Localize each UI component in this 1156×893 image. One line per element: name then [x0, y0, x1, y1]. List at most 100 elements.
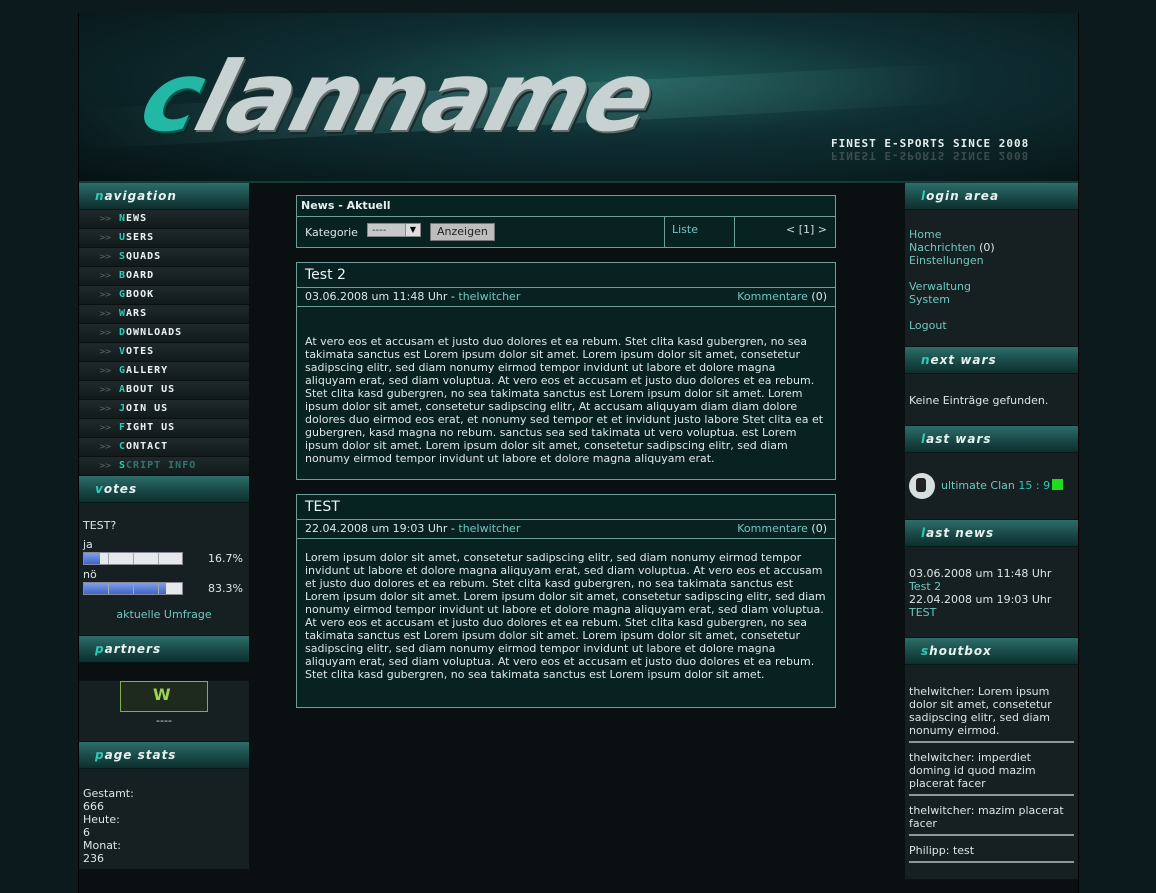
page-frame: clanname FINEST E-SPORTS SINCE 2008 FINE… [78, 13, 1079, 893]
last-news-link[interactable]: Test 2 [909, 580, 1074, 593]
shoutbox-title: shoutbox [921, 644, 992, 658]
admin-link[interactable]: Verwaltung [909, 280, 1074, 293]
nav-item-join-us[interactable]: >> JOIN US [79, 400, 249, 419]
settings-link[interactable]: Einstellungen [909, 254, 1074, 267]
comments-link[interactable]: Kommentare [737, 290, 808, 303]
partner-banner[interactable]: W [120, 681, 208, 712]
site-logo[interactable]: clanname [130, 41, 665, 153]
nav-item-gallery[interactable]: >> GALLERY [79, 362, 249, 381]
nav-item-news[interactable]: >> NEWS [79, 210, 249, 229]
vote-bar [83, 582, 183, 595]
current-poll-link-wrap: aktuelle Umfrage [79, 598, 249, 635]
nav-item-script-info[interactable]: >> SCRIPT INFO [79, 457, 249, 476]
last-news-header: last news [905, 520, 1078, 547]
vote-question: TEST? [83, 519, 117, 532]
votes-title: votes [95, 482, 138, 496]
nav-item-contact[interactable]: >> CONTACT [79, 438, 249, 457]
left-sidebar: navigation >> NEWS >> USERS >> SQUADS >> BOA… [79, 183, 249, 870]
page-stats: Gestamt: 666 Heute: 6 Monat: 236 [79, 769, 249, 869]
vote-bar-fill [84, 583, 166, 594]
last-news-link[interactable]: TEST [909, 606, 1074, 619]
nav-label: FIGHT US [119, 422, 176, 433]
news-date: 03.06.2008 um 11:48 Uhr - [305, 290, 459, 303]
double-chevron-icon: >> [99, 404, 111, 413]
vote-option: ja 16.7% [79, 538, 249, 568]
nav-label: GALLERY [119, 365, 169, 376]
logout-link[interactable]: Logout [909, 319, 1074, 332]
shout-entry: theIwitcher: Lorem ipsum dolor sit amet,… [909, 685, 1074, 743]
news-author-link[interactable]: theIwitcher [458, 290, 520, 303]
home-link[interactable]: Home [909, 228, 1074, 241]
nav-item-votes[interactable]: >> VOTES [79, 343, 249, 362]
shoutbox-box: theIwitcher: Lorem ipsum dolor sit amet,… [905, 665, 1078, 880]
current-poll-link[interactable]: aktuelle Umfrage [116, 608, 211, 621]
shout-entry: theIwitcher: imperdiet doming id quod ma… [909, 751, 1074, 796]
double-chevron-icon: >> [99, 271, 111, 280]
comments-link[interactable]: Kommentare [737, 522, 808, 535]
nav-label: DOWNLOADS [119, 327, 183, 338]
divider [664, 217, 665, 247]
stat-value: 6 [83, 826, 90, 839]
nav-item-gbook[interactable]: >> GBOOK [79, 286, 249, 305]
nav-label: NEWS [119, 213, 148, 224]
comments-count: (0) [807, 290, 827, 303]
double-chevron-icon: >> [99, 442, 111, 451]
news-text: At vero eos et accusam et justo duo dolo… [305, 335, 824, 465]
comments-wrap: Kommentare (0) [737, 288, 827, 306]
system-link[interactable]: System [909, 293, 1074, 306]
nav-item-users[interactable]: >> USERS [79, 229, 249, 248]
next-wars-empty: Keine Einträge gefunden. [909, 394, 1049, 407]
login-area-box: Home Nachrichten (0) Einstellungen Verwa… [905, 210, 1078, 347]
war-opponent[interactable]: ultimate Clan [941, 479, 1015, 492]
double-chevron-icon: >> [99, 461, 111, 470]
logo-text: lanname [184, 41, 666, 153]
next-wars-box: Keine Einträge gefunden. [905, 374, 1078, 426]
show-button[interactable]: Anzeigen [430, 223, 495, 241]
dropdown-arrow-icon: ▼ [405, 224, 420, 236]
news-section-title: News - Aktuell [297, 196, 835, 217]
bar-divider [133, 553, 134, 564]
page-stats-box: Gestamt: 666 Heute: 6 Monat: 236 [79, 769, 249, 870]
comments-count: (0) [807, 522, 827, 535]
news-meta: 03.06.2008 um 11:48 Uhr - theIwitcher Ko… [297, 288, 835, 307]
war-score: 15 : 9 [1018, 479, 1051, 492]
messages-link[interactable]: Nachrichten [909, 241, 976, 254]
stat-value: 236 [83, 852, 104, 865]
last-wars-box: ultimate Clan 15 : 9 [905, 453, 1078, 520]
category-label: Kategorie [305, 226, 358, 239]
nav-item-downloads[interactable]: >> DOWNLOADS [79, 324, 249, 343]
double-chevron-icon: >> [99, 366, 111, 375]
news-title[interactable]: TEST [297, 495, 835, 520]
pagination[interactable]: < [1] > [786, 223, 827, 236]
nav-item-squads[interactable]: >> SQUADS [79, 248, 249, 267]
vote-percent: 83.3% [208, 582, 243, 595]
double-chevron-icon: >> [99, 214, 111, 223]
nav-label: SQUADS [119, 251, 162, 262]
nav-item-fight-us[interactable]: >> FIGHT US [79, 419, 249, 438]
news-date: 22.04.2008 um 19:03 Uhr - [305, 522, 459, 535]
vote-bar-fill [84, 553, 101, 564]
shout-entry: theIwitcher: mazim placerat facer [909, 804, 1074, 836]
page-stats-header: page stats [79, 742, 249, 769]
double-chevron-icon: >> [99, 233, 111, 242]
filter-row: Kategorie ---- ▼ Anzeigen Liste < [1] > [297, 217, 835, 247]
news-author-link[interactable]: theIwitcher [458, 522, 520, 535]
news-text: Lorem ipsum dolor sit amet, consetetur s… [305, 551, 826, 681]
main-content: News - Aktuell Kategorie ---- ▼ Anzeigen … [296, 195, 836, 722]
vote-bar [83, 552, 183, 565]
stat-label: Gestamt: [83, 787, 134, 800]
news-title[interactable]: Test 2 [297, 263, 835, 288]
vote-option-label: nö [83, 568, 97, 581]
game-icon [909, 473, 935, 499]
navigation-title: navigation [95, 189, 177, 203]
nav-item-about-us[interactable]: >> ABOUT US [79, 381, 249, 400]
bar-divider [133, 583, 134, 594]
nav-item-board[interactable]: >> BOARD [79, 267, 249, 286]
last-war-row[interactable]: ultimate Clan 15 : 9 [905, 453, 1078, 519]
nav-item-wars[interactable]: >> WARS [79, 305, 249, 324]
category-select[interactable]: ---- ▼ [367, 223, 421, 237]
votes-box: TEST? ja 16.7% nö 83.3% aktuelle Umfrage [79, 503, 249, 636]
list-link[interactable]: Liste [672, 223, 698, 236]
partner-caption: ---- [156, 714, 172, 727]
double-chevron-icon: >> [99, 328, 111, 337]
